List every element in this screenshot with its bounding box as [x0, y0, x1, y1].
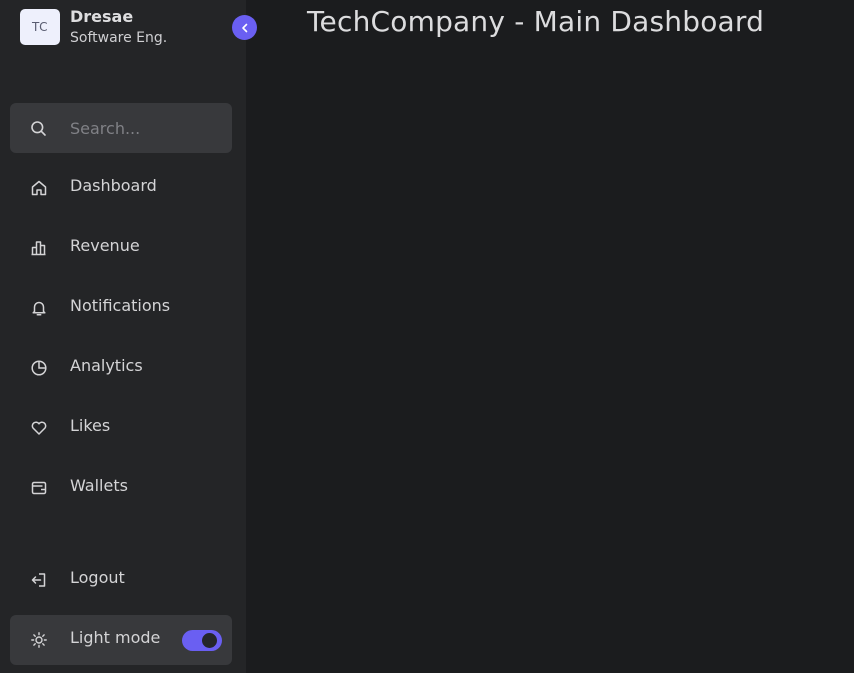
profile-role: Software Eng. [70, 30, 168, 46]
sidebar-item-wallets[interactable]: Wallets [10, 463, 232, 513]
search-icon [30, 120, 47, 137]
sidebar-item-label: Likes [70, 416, 111, 435]
sidebar-item-label: Wallets [70, 476, 128, 495]
toggle-knob [202, 633, 217, 648]
light-mode-toggle[interactable] [182, 630, 222, 651]
heart-icon [30, 419, 48, 437]
pie-chart-icon [30, 359, 48, 377]
sidebar-item-likes[interactable]: Likes [10, 403, 232, 453]
sidebar: TC Dresae Software Eng. Dashboard Revenu… [0, 0, 257, 673]
logout-label: Logout [70, 568, 125, 587]
collapse-sidebar-button[interactable] [232, 15, 257, 40]
light-mode-row: Light mode [10, 615, 232, 665]
sun-icon [30, 631, 48, 649]
wallet-icon [30, 479, 48, 497]
logout-button[interactable]: Logout [10, 555, 232, 605]
home-icon [30, 179, 48, 197]
sidebar-item-label: Notifications [70, 296, 171, 315]
logout-icon [30, 571, 48, 589]
profile-header: TC Dresae Software Eng. [20, 7, 167, 49]
profile-name: Dresae [70, 7, 134, 26]
light-mode-label: Light mode [70, 628, 161, 647]
bar-chart-icon [30, 239, 48, 257]
sidebar-item-dashboard[interactable]: Dashboard [10, 163, 232, 213]
sidebar-item-notifications[interactable]: Notifications [10, 283, 232, 333]
sidebar-item-label: Revenue [70, 236, 140, 255]
sidebar-item-revenue[interactable]: Revenue [10, 223, 232, 273]
sidebar-item-label: Dashboard [70, 176, 157, 195]
search-input[interactable] [70, 117, 220, 139]
avatar: TC [20, 9, 60, 45]
sidebar-item-analytics[interactable]: Analytics [10, 343, 232, 393]
bell-icon [30, 299, 48, 317]
chevron-left-icon [240, 23, 250, 33]
sidebar-item-label: Analytics [70, 356, 143, 375]
search-box[interactable] [10, 103, 232, 153]
profile-info: Dresae Software Eng. [70, 7, 167, 49]
page-title: TechCompany - Main Dashboard [307, 5, 765, 38]
